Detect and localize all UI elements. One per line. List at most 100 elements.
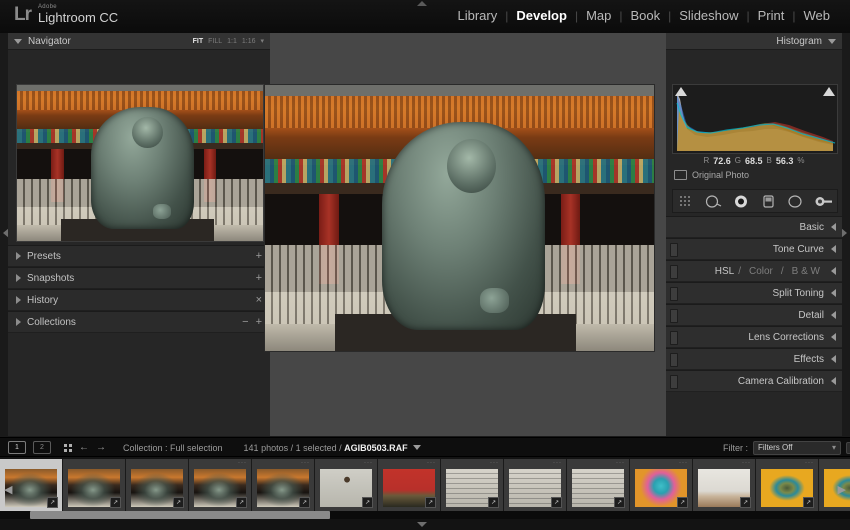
left-section-action-add[interactable]: + [256, 316, 262, 328]
main-photo[interactable] [265, 85, 654, 351]
collapse-top-icon[interactable] [417, 1, 427, 6]
left-section-snapshots[interactable]: Snapshots + [8, 267, 270, 289]
forward-arrow-icon[interactable]: → [96, 442, 106, 453]
navigator-header[interactable]: Navigator FIT FILL 1:1 1:16 ▾ [8, 33, 270, 50]
module-book[interactable]: Book [622, 7, 668, 25]
left-section-action-clear[interactable]: × [256, 294, 262, 306]
section-collapse-icon[interactable] [831, 267, 836, 275]
radial-filter-tool[interactable] [787, 194, 804, 209]
section-collapse-icon[interactable] [831, 333, 836, 341]
filmstrip-thumb[interactable]: ··· ↗ [504, 459, 567, 517]
navigator-preview[interactable] [16, 84, 264, 242]
navigator-zoom-1-1[interactable]: 1:1 [227, 38, 237, 45]
left-section-action-add[interactable]: + [256, 272, 262, 284]
filmstrip-thumb[interactable]: ··· ↗ [630, 459, 693, 517]
right-section-label3[interactable]: B & W [792, 266, 820, 277]
filmstrip-thumb[interactable]: ··· ↗ [378, 459, 441, 517]
filename-chevron-down-icon[interactable] [413, 444, 422, 450]
back-arrow-icon[interactable]: ← [79, 442, 89, 453]
section-collapse-icon[interactable] [831, 355, 836, 363]
right-section-lens-corrections[interactable]: Lens Corrections [666, 326, 842, 348]
panel-switch-icon[interactable] [670, 309, 678, 323]
filmstrip-thumb[interactable]: ··· ↗ [756, 459, 819, 517]
right-section-camera-calibration[interactable]: Camera Calibration [666, 370, 842, 392]
histogram-graph[interactable] [672, 84, 838, 154]
right-section-split-toning[interactable]: Split Toning [666, 282, 842, 304]
highlight-clipping-icon[interactable] [823, 87, 835, 96]
left-section-action-remove[interactable]: − [242, 316, 248, 328]
filter-toggle-button[interactable] [846, 441, 850, 454]
left-section-presets[interactable]: Presets + [8, 245, 270, 267]
navigator-zoom-1-16[interactable]: 1:16 [242, 38, 256, 45]
breadcrumb[interactable]: Collection : Full selection [123, 443, 223, 453]
histogram-header[interactable]: Histogram [666, 33, 842, 50]
right-section-tone-curve[interactable]: Tone Curve [666, 238, 842, 260]
filmstrip-scroll-right-icon[interactable]: ▶ [838, 483, 846, 496]
graduated-filter-tool[interactable] [760, 194, 777, 209]
panel-switch-icon[interactable] [670, 243, 678, 257]
screen-2-button[interactable]: 2 [33, 441, 51, 454]
module-map[interactable]: Map [578, 7, 619, 25]
section-collapse-icon[interactable] [831, 311, 836, 319]
filmstrip-thumb[interactable]: ··· ↗ [315, 459, 378, 517]
filmstrip-scroll-left-icon[interactable]: ◀ [4, 483, 12, 496]
section-collapse-icon[interactable] [831, 289, 836, 297]
filmstrip-thumb[interactable]: ··· ↗ [189, 459, 252, 517]
filter-select[interactable]: Filters Off ▾ [753, 440, 841, 455]
thumb-develop-badge[interactable]: ↗ [551, 497, 562, 508]
thumb-develop-badge[interactable]: ↗ [173, 497, 184, 508]
thumb-develop-badge[interactable]: ↗ [236, 497, 247, 508]
module-slideshow[interactable]: Slideshow [671, 7, 746, 25]
filmstrip-thumb[interactable]: ··· ↗ [252, 459, 315, 517]
screen-1-button[interactable]: 1 [8, 441, 26, 454]
filmstrip-scrollbar-thumb[interactable] [30, 511, 330, 519]
panel-switch-icon[interactable] [670, 265, 678, 279]
adjustment-brush-tool[interactable] [815, 194, 832, 209]
right-section-label2[interactable]: Color [749, 266, 773, 277]
section-collapse-icon[interactable] [831, 377, 836, 385]
panel-switch-icon[interactable] [670, 287, 678, 301]
thumb-develop-badge[interactable]: ↗ [425, 497, 436, 508]
navigator-chevron-down-icon[interactable]: ▾ [260, 37, 264, 45]
filmstrip-thumb[interactable]: ↗ [63, 459, 126, 517]
red-eye-tool[interactable] [733, 194, 750, 209]
thumb-develop-badge[interactable]: ↗ [740, 497, 751, 508]
navigator-zoom-fit[interactable]: FIT [193, 38, 204, 45]
thumb-develop-badge[interactable]: ↗ [488, 497, 499, 508]
module-library[interactable]: Library [449, 7, 505, 25]
left-section-collections[interactable]: Collections − + [8, 311, 270, 333]
spot-removal-tool[interactable] [705, 194, 722, 209]
histogram-chevron-down-icon[interactable] [828, 38, 836, 44]
right-section-detail[interactable]: Detail [666, 304, 842, 326]
collapse-bottom-icon[interactable] [417, 522, 427, 527]
panel-switch-icon[interactable] [670, 375, 678, 389]
original-photo-toggle[interactable]: Original Photo [674, 170, 749, 180]
filmstrip-thumb[interactable]: ··· ↗ [693, 459, 756, 517]
navigator-zoom-fill[interactable]: FILL [208, 38, 222, 45]
filmstrip-thumb[interactable]: ··· ↗ [441, 459, 504, 517]
thumb-develop-badge[interactable]: ↗ [47, 497, 58, 508]
section-collapse-icon[interactable] [831, 245, 836, 253]
right-section-basic[interactable]: Basic [666, 216, 842, 238]
thumb-develop-badge[interactable]: ↗ [614, 497, 625, 508]
thumb-develop-badge[interactable]: ↗ [362, 497, 373, 508]
thumb-develop-badge[interactable]: ↗ [803, 497, 814, 508]
filmstrip-thumb[interactable]: ··· ↗ [567, 459, 630, 517]
shadow-clipping-icon[interactable] [675, 87, 687, 96]
filmstrip-thumb[interactable]: ↗ [126, 459, 189, 517]
panel-switch-icon[interactable] [670, 353, 678, 367]
module-web[interactable]: Web [796, 7, 839, 25]
thumb-develop-badge[interactable]: ↗ [110, 497, 121, 508]
crop-overlay-tool[interactable] [678, 194, 695, 209]
right-section-effects[interactable]: Effects [666, 348, 842, 370]
grid-view-icon[interactable] [64, 443, 72, 452]
thumb-develop-badge[interactable]: ↗ [677, 497, 688, 508]
section-collapse-icon[interactable] [831, 223, 836, 231]
left-section-action-add[interactable]: + [256, 250, 262, 262]
module-print[interactable]: Print [750, 7, 793, 25]
module-develop[interactable]: Develop [508, 7, 575, 25]
panel-switch-icon[interactable] [670, 331, 678, 345]
right-section-hsl[interactable]: HSL / Color / B & W [666, 260, 842, 282]
left-section-history[interactable]: History × [8, 289, 270, 311]
thumb-develop-badge[interactable]: ↗ [299, 497, 310, 508]
